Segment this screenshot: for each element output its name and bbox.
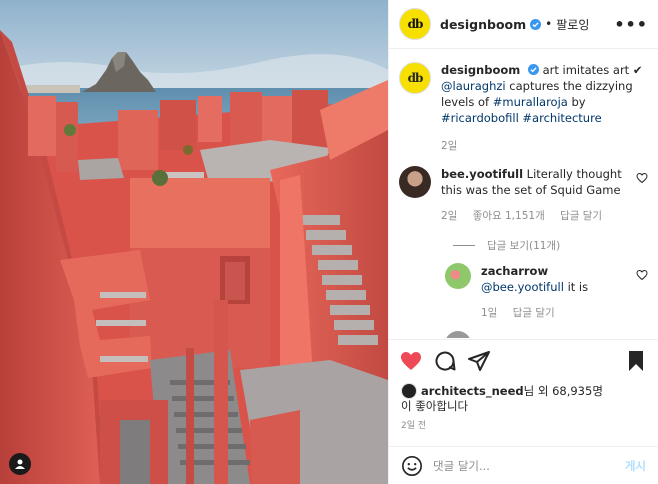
separator-dot: • (545, 17, 553, 31)
comment-reply-button[interactable]: 답글 달기 (560, 210, 602, 222)
comment-bubble-icon[interactable] (433, 349, 457, 373)
reply-like-icon[interactable] (636, 269, 648, 281)
post-header: db designboom • 팔로잉 ••• (389, 0, 658, 49)
reply-reply-button[interactable]: 답글 달기 (513, 307, 555, 319)
view-replies-label: 답글 보기(11개) (487, 240, 561, 252)
likes-summary: architects_need 님 외 68,935명 이 좋아합니다 (401, 383, 648, 414)
comments-section: db designboom art imitates art ✔ @laurag… (389, 50, 658, 338)
caption: db designboom art imitates art ✔ @laurag… (399, 62, 648, 154)
post-comment-button[interactable]: 게시 (625, 458, 646, 474)
hashtag-ricardobofill[interactable]: #ricardobofill (441, 111, 519, 125)
following-button[interactable]: 팔로잉 (556, 16, 589, 33)
caption-mention[interactable]: @lauraghzi (441, 79, 506, 93)
verified-badge-icon (530, 18, 542, 30)
author-avatar[interactable]: db (399, 8, 431, 40)
caption-body: designboom art imitates art ✔ @lauraghzi… (441, 62, 648, 154)
caption-by: by (567, 95, 586, 109)
commenter-avatar[interactable] (399, 166, 431, 198)
emoji-icon[interactable] (401, 455, 423, 477)
post-photo[interactable] (0, 0, 388, 484)
post-timestamp[interactable]: 2일 전 (401, 418, 426, 431)
like-heart-icon[interactable] (399, 349, 423, 373)
comment-likes[interactable]: 좋아요 1,151개 (473, 210, 545, 222)
person-icon (15, 459, 25, 469)
comment-time[interactable]: 2일 (441, 210, 457, 222)
share-paper-plane-icon[interactable] (467, 349, 491, 373)
comment-body: bee.yootifull Literally thought this was… (441, 166, 630, 224)
muralla-roja-image (0, 0, 388, 484)
likes-line-1: architects_need 님 외 68,935명 (401, 383, 648, 399)
more-options-icon[interactable]: ••• (614, 15, 648, 34)
post-actions (389, 339, 658, 381)
likes-count[interactable]: 님 외 68,935명 (524, 384, 603, 399)
caption-meta: 2일 (441, 138, 648, 154)
commenter-username[interactable]: bee.yootifull (441, 167, 523, 181)
liker-username[interactable]: architects_need (421, 384, 524, 399)
reply-meta: 1일 답글 달기 (481, 305, 630, 321)
reply-item-partial (445, 331, 648, 338)
reply-item: zacharrow @bee.yootifull it is 1일 답글 달기 (445, 263, 648, 321)
comment-like-icon[interactable] (636, 172, 648, 184)
avatar-logo-text: db (407, 17, 424, 31)
tagged-users-button[interactable] (9, 453, 31, 475)
liker-avatar[interactable] (401, 383, 417, 399)
comment-composer: 게시 (389, 446, 658, 484)
reply-time[interactable]: 1일 (481, 307, 497, 319)
post-side-panel: db designboom • 팔로잉 ••• db designboom ar… (388, 0, 658, 484)
reply-author-avatar[interactable] (445, 263, 471, 289)
caption-text-prefix: art imitates art ✔ (542, 63, 643, 77)
caption-username[interactable]: designboom (441, 63, 520, 77)
reply-body: zacharrow @bee.yootifull it is 1일 답글 달기 (481, 263, 630, 321)
reply-author-avatar[interactable] (445, 331, 471, 338)
view-replies-button[interactable]: 답글 보기(11개) (453, 238, 648, 253)
bookmark-icon[interactable] (624, 349, 648, 373)
reply-text: it is (563, 280, 589, 294)
comment-meta: 2일 좋아요 1,151개 답글 달기 (441, 208, 630, 224)
avatar-logo-text: db (407, 71, 424, 85)
author-username[interactable]: designboom (440, 17, 526, 32)
hashtag-architecture[interactable]: #architecture (522, 111, 601, 125)
caption-time[interactable]: 2일 (441, 140, 457, 152)
comment-item: bee.yootifull Literally thought this was… (399, 166, 648, 224)
reply-mention[interactable]: @bee.yootifull (481, 280, 564, 294)
comment-input[interactable] (433, 458, 625, 473)
likes-line-2: 이 좋아합니다 (401, 399, 469, 413)
hashtag-murallaroja[interactable]: #murallaroja (493, 95, 568, 109)
caption-author-avatar[interactable]: db (399, 62, 431, 94)
replies-line (453, 245, 475, 246)
reply-username[interactable]: zacharrow (481, 264, 548, 278)
verified-badge-icon (527, 64, 539, 75)
